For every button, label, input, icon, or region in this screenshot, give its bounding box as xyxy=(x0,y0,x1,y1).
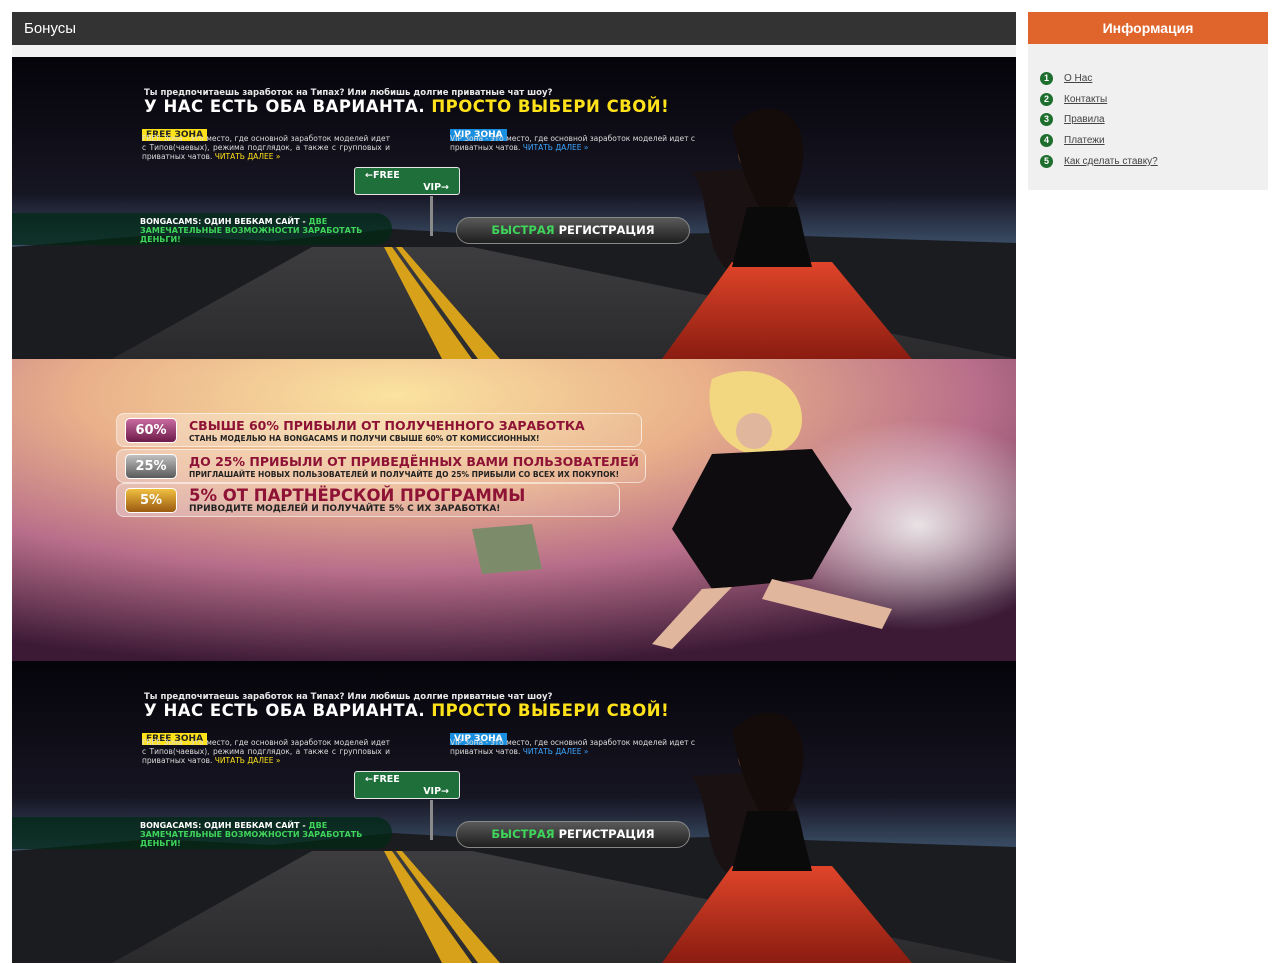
road-sign: ←FREE VIP→ xyxy=(354,167,460,195)
bonga-tagline-white: BONGACAMS: ОДИН ВЕБКАМ САЙТ - xyxy=(140,217,309,226)
reg-label-green: БЫСТРАЯ xyxy=(491,223,559,237)
vip-zone-description: VIP Зона - это место, где основной зараб… xyxy=(450,738,700,756)
sidebar-link-label[interactable]: О Нас xyxy=(1064,73,1092,84)
number-badge: 5 xyxy=(1040,155,1053,169)
reg-label-white: РЕГИСТРАЦИЯ xyxy=(558,223,655,237)
header-divider xyxy=(12,45,1016,57)
promo-banner-road-1[interactable]: Ты предпочитаешь заработок на Типах? Или… xyxy=(12,57,1016,359)
sidebar-item-contacts[interactable]: 2 Контакты xyxy=(1040,89,1268,110)
bonga-tagline-white: BONGACAMS: ОДИН ВЕБКАМ САЙТ - xyxy=(140,821,309,830)
number-badge: 4 xyxy=(1040,134,1053,148)
sidebar-link-label[interactable]: Контакты xyxy=(1064,94,1107,105)
info-link-list: 1 О Нас 2 Контакты 3 Правила 4 Платежи 5 Как … xyxy=(1028,44,1268,172)
percent-badge: 5% xyxy=(125,488,177,513)
quick-registration-button[interactable]: БЫСТРАЯ РЕГИСТРАЦИЯ xyxy=(456,821,690,848)
promo-banner-road-2[interactable]: Ты предпочитаешь заработок на Типах? Или… xyxy=(12,661,1016,963)
sign-vip-label: VIP→ xyxy=(423,786,449,797)
free-read-more-link[interactable]: ЧИТАТЬ ДАЛЕЕ » xyxy=(215,152,281,161)
percent-row-5: 5% 5% ОТ ПАРТНЁРСКОЙ ПРОГРАММЫ ПРИВОДИТЕ… xyxy=(116,483,620,517)
bonga-tagline: BONGACAMS: ОДИН ВЕБКАМ САЙТ - ДВЕ ЗАМЕЧА… xyxy=(140,821,392,848)
number-badge: 3 xyxy=(1040,113,1053,127)
section-title: Бонусы xyxy=(12,12,1016,45)
road-sign: ←FREE VIP→ xyxy=(354,771,460,799)
sign-free-label: ←FREE xyxy=(365,774,400,785)
sidebar-item-rules[interactable]: 3 Правила xyxy=(1040,110,1268,131)
reg-label-white: РЕГИСТРАЦИЯ xyxy=(558,827,655,841)
sidebar-item-about[interactable]: 1 О Нас xyxy=(1040,68,1268,89)
percent-subtitle: ПРИВОДИТЕ МОДЕЛЕЙ И ПОЛУЧАЙТЕ 5% С ИХ ЗА… xyxy=(189,504,501,514)
banner-headline: У НАС ЕСТЬ ОБА ВАРИАНТА. ПРОСТО ВЫБЕРИ С… xyxy=(144,97,669,116)
bonga-tagline-box: BONGACAMS: ОДИН ВЕБКАМ САЙТ - ДВЕ ЗАМЕЧА… xyxy=(12,817,392,849)
sidebar-link-label[interactable]: Правила xyxy=(1064,114,1105,125)
headline-part-2: ПРОСТО ВЫБЕРИ СВОЙ! xyxy=(431,97,670,116)
vip-zone-description: VIP Зона - это место, где основной зараб… xyxy=(450,134,700,152)
percent-badge: 25% xyxy=(125,454,177,479)
quick-registration-button[interactable]: БЫСТРАЯ РЕГИСТРАЦИЯ xyxy=(456,217,690,244)
promo-banner-percent[interactable]: 60% СВЫШЕ 60% ПРИБЫЛИ ОТ ПОЛУЧЕННОГО ЗАР… xyxy=(12,359,1016,661)
reg-label-green: БЫСТРАЯ xyxy=(491,827,559,841)
sign-pole xyxy=(430,800,433,840)
sidebar-title: Информация xyxy=(1028,12,1268,44)
free-zone-description: FREE Зона - это место, где основной зара… xyxy=(142,134,390,161)
percent-row-60: 60% СВЫШЕ 60% ПРИБЫЛИ ОТ ПОЛУЧЕННОГО ЗАР… xyxy=(116,413,642,447)
banner-headline: У НАС ЕСТЬ ОБА ВАРИАНТА. ПРОСТО ВЫБЕРИ С… xyxy=(144,701,669,720)
sign-free-label: ←FREE xyxy=(365,170,400,181)
headline-part-1: У НАС ЕСТЬ ОБА ВАРИАНТА. xyxy=(144,97,432,116)
free-zone-description: FREE Зона - это место, где основной зара… xyxy=(142,738,390,765)
bonga-tagline-box: BONGACAMS: ОДИН ВЕБКАМ САЙТ - ДВЕ ЗАМЕЧА… xyxy=(12,213,392,245)
number-badge: 2 xyxy=(1040,92,1053,106)
sidebar-link-label[interactable]: Как сделать ставку? xyxy=(1064,156,1158,167)
sign-pole xyxy=(430,196,433,236)
percent-badge: 60% xyxy=(125,418,177,443)
sidebar-item-payments[interactable]: 4 Платежи xyxy=(1040,130,1268,151)
page: Бонусы Ты предпочитаешь заработок на Тип… xyxy=(0,0,1280,964)
main-column: Бонусы Ты предпочитаешь заработок на Тип… xyxy=(12,12,1016,963)
percent-title: СВЫШЕ 60% ПРИБЫЛИ ОТ ПОЛУЧЕННОГО ЗАРАБОТ… xyxy=(189,418,585,433)
percent-title: 5% ОТ ПАРТНЁРСКОЙ ПРОГРАММЫ xyxy=(189,486,526,505)
headline-part-2: ПРОСТО ВЫБЕРИ СВОЙ! xyxy=(431,701,670,720)
info-sidebar: Информация 1 О Нас 2 Контакты 3 Правила 4 Пл… xyxy=(1028,12,1268,190)
sign-vip-label: VIP→ xyxy=(423,182,449,193)
vip-read-more-link[interactable]: ЧИТАТЬ ДАЛЕЕ » xyxy=(523,747,589,756)
percent-subtitle: ПРИГЛАШАЙТЕ НОВЫХ ПОЛЬЗОВАТЕЛЕЙ И ПОЛУЧА… xyxy=(189,470,619,479)
percent-title: ДО 25% ПРИБЫЛИ ОТ ПРИВЕДЁННЫХ ВАМИ ПОЛЬЗ… xyxy=(189,454,639,469)
bonga-tagline: BONGACAMS: ОДИН ВЕБКАМ САЙТ - ДВЕ ЗАМЕЧА… xyxy=(140,217,392,244)
vip-read-more-link[interactable]: ЧИТАТЬ ДАЛЕЕ » xyxy=(523,143,589,152)
percent-subtitle: СТАНЬ МОДЕЛЬЮ НА BONGACAMS И ПОЛУЧИ СВЫШ… xyxy=(189,434,540,443)
number-badge: 1 xyxy=(1040,71,1053,85)
sidebar-link-label[interactable]: Платежи xyxy=(1064,135,1105,146)
percent-row-25: 25% ДО 25% ПРИБЫЛИ ОТ ПРИВЕДЁННЫХ ВАМИ П… xyxy=(116,449,646,483)
headline-part-1: У НАС ЕСТЬ ОБА ВАРИАНТА. xyxy=(144,701,432,720)
sidebar-item-how-to-bet[interactable]: 5 Как сделать ставку? xyxy=(1040,151,1268,172)
free-read-more-link[interactable]: ЧИТАТЬ ДАЛЕЕ » xyxy=(215,756,281,765)
